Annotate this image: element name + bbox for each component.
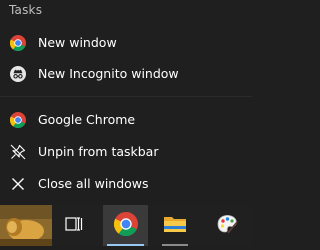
divider: [0, 96, 252, 97]
google-chrome-label: Google Chrome: [38, 112, 136, 127]
close-icon: [9, 175, 27, 193]
unpin-from-taskbar-item[interactable]: Unpin from taskbar: [0, 136, 252, 167]
google-chrome-item[interactable]: Google Chrome: [0, 104, 252, 135]
taskbar-lion-app[interactable]: [0, 205, 52, 246]
chrome-icon: [113, 211, 138, 240]
new-window-label: New window: [38, 35, 117, 50]
tasks-heading: Tasks: [9, 3, 43, 17]
new-incognito-window-item[interactable]: New Incognito window: [0, 58, 252, 89]
close-all-windows-label: Close all windows: [38, 176, 149, 191]
chrome-icon: [9, 34, 27, 52]
jump-list: Tasks New window New Incognito window Go…: [0, 0, 252, 205]
taskbar-file-explorer[interactable]: [152, 205, 198, 246]
paint-palette-icon: [215, 213, 239, 239]
folder-icon: [163, 214, 187, 238]
lion-thumbnail-icon: [0, 205, 52, 246]
close-all-windows-item[interactable]: Close all windows: [0, 168, 252, 199]
new-window-item[interactable]: New window: [0, 27, 252, 58]
chrome-icon: [9, 111, 27, 129]
taskbar-paint[interactable]: [204, 205, 250, 246]
unpin-from-taskbar-label: Unpin from taskbar: [38, 144, 159, 159]
unpin-icon: [9, 143, 27, 161]
task-view-icon: [65, 215, 83, 237]
taskbar-task-view[interactable]: [54, 205, 94, 246]
new-incognito-window-label: New Incognito window: [38, 66, 179, 81]
taskbar: [0, 205, 252, 246]
taskbar-google-chrome[interactable]: [103, 205, 148, 246]
incognito-icon: [9, 65, 27, 83]
